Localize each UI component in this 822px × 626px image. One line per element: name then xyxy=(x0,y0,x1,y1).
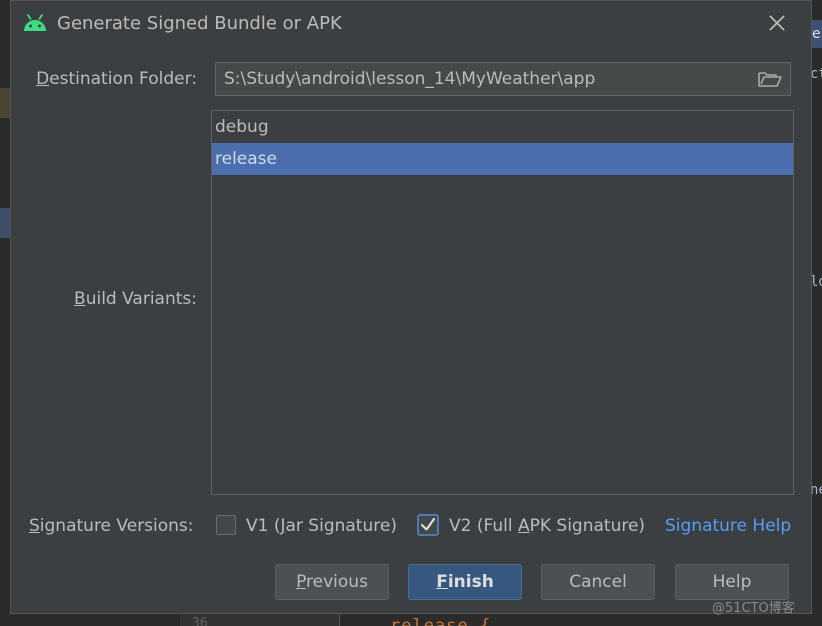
finish-button[interactable]: Finish xyxy=(408,564,522,600)
ide-editor-edge xyxy=(812,0,822,626)
build-variants-label: Build Variants: xyxy=(74,289,197,309)
variant-item-release[interactable]: release xyxy=(212,143,793,175)
checkmark-icon xyxy=(420,517,436,531)
v2-signature-label[interactable]: V2 (Full APK Signature) xyxy=(449,516,645,536)
code-line: release { xyxy=(390,616,492,626)
dialog-titlebar[interactable]: Generate Signed Bundle or APK xyxy=(11,1,811,47)
folder-open-icon[interactable] xyxy=(758,70,782,88)
v1-signature-checkbox[interactable] xyxy=(216,515,236,535)
close-icon[interactable] xyxy=(763,9,791,37)
android-icon xyxy=(24,14,46,31)
line-number: 36 xyxy=(192,616,208,626)
dialog-title: Generate Signed Bundle or APK xyxy=(57,13,342,34)
build-variants-list[interactable]: debug release xyxy=(211,110,794,495)
v2-signature-checkbox[interactable] xyxy=(417,514,439,536)
generate-signed-apk-dialog: Generate Signed Bundle or APK Destinatio… xyxy=(10,0,812,614)
previous-button[interactable]: Previous xyxy=(275,564,389,600)
signature-help-link[interactable]: Signature Help xyxy=(665,516,791,536)
help-button[interactable]: Help xyxy=(675,564,789,600)
ide-left-highlight xyxy=(0,88,10,118)
ide-gutter: 36 xyxy=(180,614,340,626)
destination-folder-field[interactable]: S:\Study\android\lesson_14\MyWeather\app xyxy=(215,62,791,96)
ide-editor-tab[interactable]: e xyxy=(812,20,822,48)
watermark: @51CTO博客 xyxy=(712,601,795,616)
destination-folder-label: Destination Folder: xyxy=(36,69,197,89)
ide-left-selection xyxy=(0,208,10,238)
v1-signature-label[interactable]: V1 (Jar Signature) xyxy=(246,516,397,536)
signature-versions-label: Signature Versions: xyxy=(29,516,194,536)
variant-item-debug[interactable]: debug xyxy=(212,111,793,143)
cancel-button[interactable]: Cancel xyxy=(541,564,655,600)
destination-path-value: S:\Study\android\lesson_14\MyWeather\app xyxy=(224,69,596,89)
